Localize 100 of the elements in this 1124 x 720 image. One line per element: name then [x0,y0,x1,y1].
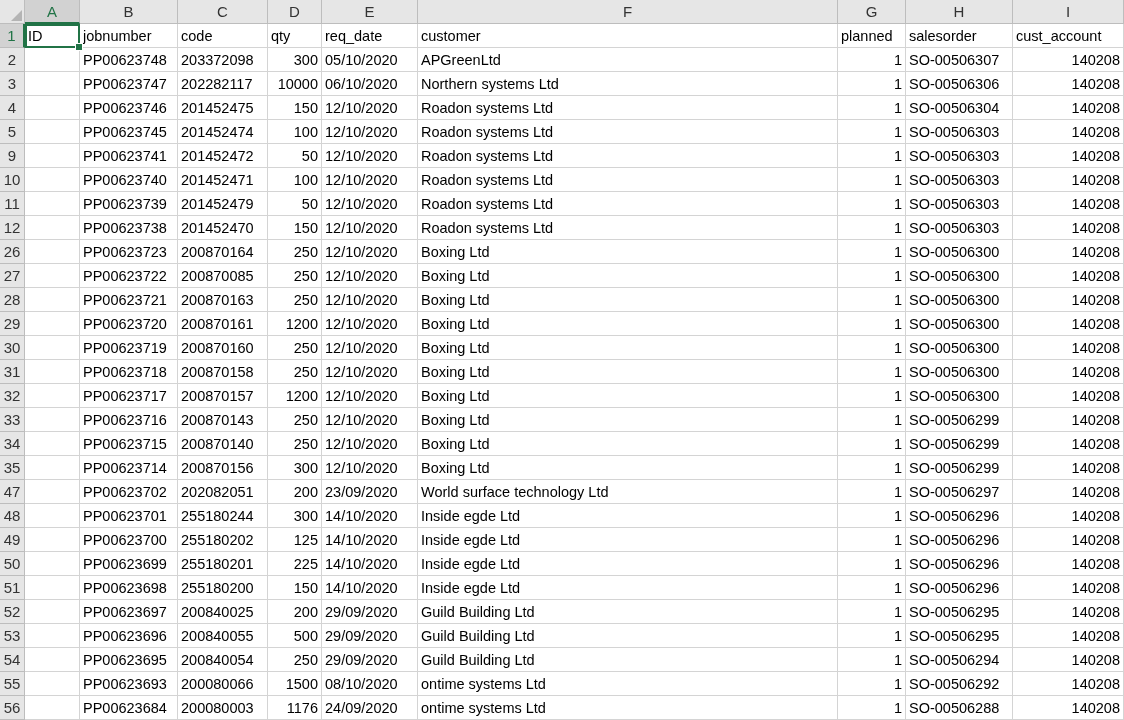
table-cell[interactable]: SO-00506300 [906,384,1013,408]
table-cell[interactable]: planned [838,24,906,48]
table-cell[interactable]: 1 [838,648,906,672]
table-cell[interactable] [25,96,80,120]
table-cell[interactable]: 203372098 [178,48,268,72]
table-cell[interactable] [25,384,80,408]
table-cell[interactable]: PP00623741 [80,144,178,168]
table-cell[interactable] [25,144,80,168]
table-cell[interactable]: 12/10/2020 [322,312,418,336]
table-cell[interactable]: 12/10/2020 [322,264,418,288]
table-cell[interactable]: 14/10/2020 [322,552,418,576]
table-cell[interactable]: SO-00506299 [906,432,1013,456]
row-header[interactable]: 29 [0,312,25,336]
row-header[interactable]: 47 [0,480,25,504]
row-header[interactable]: 5 [0,120,25,144]
table-cell[interactable]: PP00623748 [80,48,178,72]
table-cell[interactable] [25,336,80,360]
table-cell[interactable]: 140208 [1013,672,1124,696]
table-cell[interactable]: 1 [838,312,906,336]
row-header[interactable]: 11 [0,192,25,216]
table-cell[interactable]: SO-00506297 [906,480,1013,504]
table-cell[interactable]: 500 [268,624,322,648]
table-cell[interactable]: SO-00506304 [906,96,1013,120]
table-cell[interactable] [25,240,80,264]
table-cell[interactable]: 08/10/2020 [322,672,418,696]
table-cell[interactable]: 140208 [1013,624,1124,648]
row-header[interactable]: 30 [0,336,25,360]
table-cell[interactable]: 140208 [1013,360,1124,384]
table-cell[interactable]: 150 [268,216,322,240]
column-header[interactable]: D [268,0,322,24]
table-cell[interactable]: 14/10/2020 [322,504,418,528]
column-header[interactable]: E [322,0,418,24]
row-header[interactable]: 31 [0,360,25,384]
table-cell[interactable]: 200080003 [178,696,268,720]
table-cell[interactable]: 1 [838,72,906,96]
table-cell[interactable]: 14/10/2020 [322,576,418,600]
row-header[interactable]: 27 [0,264,25,288]
table-cell[interactable]: Boxing Ltd [418,384,838,408]
table-cell[interactable]: 202282117 [178,72,268,96]
table-cell[interactable] [25,648,80,672]
table-cell[interactable]: SO-00506300 [906,312,1013,336]
table-cell[interactable]: ontime systems Ltd [418,672,838,696]
table-cell[interactable]: 250 [268,360,322,384]
table-cell[interactable]: 140208 [1013,696,1124,720]
table-cell[interactable]: 29/09/2020 [322,600,418,624]
table-cell[interactable] [25,576,80,600]
table-cell[interactable]: PP00623718 [80,360,178,384]
table-cell[interactable]: 29/09/2020 [322,648,418,672]
table-cell[interactable]: customer [418,24,838,48]
table-cell[interactable]: 140208 [1013,264,1124,288]
table-cell[interactable]: 202082051 [178,480,268,504]
table-cell[interactable]: 1 [838,528,906,552]
table-cell[interactable]: 150 [268,576,322,600]
table-cell[interactable]: Boxing Ltd [418,264,838,288]
table-cell[interactable]: PP00623698 [80,576,178,600]
table-cell[interactable]: 1176 [268,696,322,720]
table-cell[interactable]: PP00623738 [80,216,178,240]
row-header[interactable]: 35 [0,456,25,480]
table-cell[interactable]: req_date [322,24,418,48]
table-cell[interactable]: 1 [838,696,906,720]
table-cell[interactable]: 201452470 [178,216,268,240]
table-cell[interactable]: 255180200 [178,576,268,600]
table-cell[interactable]: Roadon systems Ltd [418,96,838,120]
table-cell[interactable] [25,72,80,96]
table-cell[interactable]: SO-00506300 [906,240,1013,264]
table-cell[interactable]: 1 [838,192,906,216]
table-cell[interactable]: PP00623723 [80,240,178,264]
table-cell[interactable]: 140208 [1013,216,1124,240]
row-header[interactable]: 48 [0,504,25,528]
table-cell[interactable] [25,408,80,432]
table-cell[interactable]: PP00623739 [80,192,178,216]
table-cell[interactable]: 12/10/2020 [322,120,418,144]
table-cell[interactable]: PP00623702 [80,480,178,504]
table-cell[interactable] [25,360,80,384]
table-cell[interactable]: 100 [268,168,322,192]
row-header[interactable]: 28 [0,288,25,312]
table-cell[interactable] [25,288,80,312]
table-cell[interactable]: 200870140 [178,432,268,456]
table-cell[interactable]: PP00623701 [80,504,178,528]
table-cell[interactable]: 200 [268,480,322,504]
table-cell[interactable]: SO-00506296 [906,552,1013,576]
table-cell[interactable] [25,264,80,288]
table-cell[interactable]: 12/10/2020 [322,456,418,480]
table-cell[interactable]: Inside egde Ltd [418,504,838,528]
table-cell[interactable]: PP00623719 [80,336,178,360]
table-cell[interactable]: PP00623714 [80,456,178,480]
table-cell[interactable]: 140208 [1013,336,1124,360]
table-cell[interactable]: 1 [838,408,906,432]
column-header[interactable]: G [838,0,906,24]
table-cell[interactable]: SO-00506300 [906,336,1013,360]
table-cell[interactable]: 12/10/2020 [322,144,418,168]
table-cell[interactable]: SO-00506300 [906,264,1013,288]
table-cell[interactable]: 1 [838,336,906,360]
table-cell[interactable]: 200840055 [178,624,268,648]
table-cell[interactable]: 12/10/2020 [322,96,418,120]
row-header[interactable]: 54 [0,648,25,672]
table-cell[interactable]: PP00623696 [80,624,178,648]
table-cell[interactable]: 201452472 [178,144,268,168]
column-header[interactable]: A [25,0,80,24]
table-cell[interactable]: 255180201 [178,552,268,576]
